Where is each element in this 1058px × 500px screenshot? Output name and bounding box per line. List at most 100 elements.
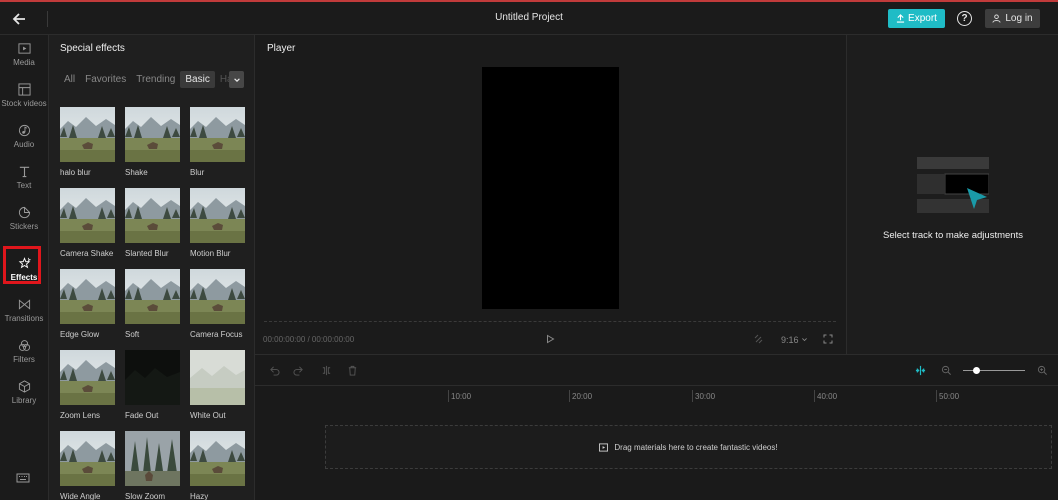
zoom-out-icon[interactable] (941, 365, 952, 376)
user-icon (992, 14, 1001, 23)
crop-icon[interactable] (753, 334, 763, 344)
delete-icon[interactable] (347, 365, 358, 376)
fullscreen-icon[interactable] (823, 334, 833, 344)
tab-basic[interactable]: Basic (180, 71, 215, 88)
rail-label: Stickers (9, 221, 39, 231)
effect-thumbnail (125, 188, 180, 243)
effect-thumbnail-image (190, 431, 245, 486)
effect-tile[interactable]: Edge Glow (60, 269, 115, 339)
effects-tabs: All Favorites Trending Basic Ha (59, 71, 230, 88)
effects-panel-title: Special effects (60, 43, 125, 54)
snap-icon[interactable] (915, 365, 926, 376)
ruler-tick: 30:00 (691, 390, 716, 402)
effect-tile[interactable]: Camera Focus (190, 269, 245, 339)
effect-label: halo blur (60, 168, 91, 177)
chevron-down-icon (233, 77, 240, 82)
tab-favorites[interactable]: Favorites (80, 71, 131, 88)
effect-tile[interactable]: Soft (125, 269, 180, 339)
effect-thumbnail (125, 107, 180, 162)
aspect-ratio-select[interactable]: 9:16 (781, 335, 808, 345)
login-button[interactable]: Log in (985, 9, 1040, 28)
effect-tile[interactable]: Slow Zoom (125, 431, 180, 500)
effect-thumbnail-image (190, 188, 245, 243)
rail-label: Audio (13, 139, 35, 149)
effect-thumbnail (60, 269, 115, 324)
rail-item-audio[interactable]: Audio (0, 117, 48, 155)
effect-thumbnail-image (125, 188, 180, 243)
select-track-message: Select track to make adjustments (883, 230, 1023, 241)
effect-thumbnail-image (60, 431, 115, 486)
aspect-ratio-value: 9:16 (781, 335, 799, 345)
stickers-icon (18, 206, 30, 218)
video-icon (599, 442, 609, 452)
effect-thumbnail-image (125, 350, 180, 405)
text-icon (19, 166, 29, 177)
play-icon[interactable] (545, 334, 555, 344)
effect-tile[interactable]: Camera Shake (60, 188, 115, 258)
tab-all[interactable]: All (59, 71, 80, 88)
chevron-down-icon (802, 338, 807, 342)
zoom-in-icon[interactable] (1037, 365, 1048, 376)
timeline-ruler[interactable]: 10:00 20:00 30:00 40:00 50:00 (255, 386, 1058, 406)
library-icon (18, 379, 30, 393)
redo-icon[interactable] (293, 365, 304, 376)
top-bar: Untitled Project Export ? Log in (0, 0, 1058, 35)
effect-thumbnail (60, 188, 115, 243)
effect-tile[interactable]: Blur (190, 107, 245, 177)
keyboard-icon[interactable] (16, 471, 30, 485)
effect-thumbnail (60, 107, 115, 162)
tab-truncated[interactable]: Ha (215, 71, 230, 88)
player-title: Player (267, 43, 296, 54)
timeline-panel: 10:00 20:00 30:00 40:00 50:00 Drag mater… (255, 356, 1058, 500)
effect-tile[interactable]: White Out (190, 350, 245, 420)
rail-label: Media (13, 57, 35, 67)
effect-tile[interactable]: Shake (125, 107, 180, 177)
effect-thumbnail (190, 431, 245, 486)
effect-label: Slanted Blur (125, 249, 169, 258)
export-button[interactable]: Export (888, 9, 945, 28)
effect-thumbnail-image (60, 107, 115, 162)
help-icon: ? (961, 13, 968, 24)
effect-thumbnail (125, 350, 180, 405)
player-panel: Player 00:00:00:00 / 00:00:00:00 9:16 (255, 35, 846, 355)
properties-panel: Select track to make adjustments (846, 35, 1058, 355)
rail-item-text[interactable]: Text (0, 158, 48, 196)
export-label: Export (908, 13, 937, 24)
effect-tile[interactable]: Motion Blur (190, 188, 245, 258)
rail-item-transitions[interactable]: Transitions (0, 291, 48, 329)
ruler-tick: 50:00 (935, 390, 960, 402)
effect-label: Motion Blur (190, 249, 231, 258)
tab-trending[interactable]: Trending (131, 71, 180, 88)
rail-item-stickers[interactable]: Stickers (0, 199, 48, 237)
effect-tile[interactable]: Fade Out (125, 350, 180, 420)
rail-item-library[interactable]: Library (0, 373, 48, 411)
rail-label: Filters (13, 354, 35, 364)
effect-thumbnail-image (60, 350, 115, 405)
rail-item-media[interactable]: Media (0, 35, 48, 73)
timeline-drop-zone[interactable]: Drag materials here to create fantastic … (325, 425, 1052, 469)
effect-tile[interactable]: Slanted Blur (125, 188, 180, 258)
split-icon[interactable] (321, 365, 332, 376)
effect-thumbnail (125, 431, 180, 486)
effect-tile[interactable]: Hazy (190, 431, 245, 500)
playback-scrubber[interactable] (264, 321, 836, 323)
effect-label: Zoom Lens (60, 411, 101, 420)
effect-tile[interactable]: Zoom Lens (60, 350, 115, 420)
zoom-slider-handle[interactable] (973, 367, 980, 374)
effect-tile[interactable]: Wide Angle (60, 431, 115, 500)
effect-label: Soft (125, 330, 140, 339)
effect-tile[interactable]: halo blur (60, 107, 115, 177)
video-canvas[interactable] (482, 67, 619, 309)
help-button[interactable]: ? (957, 11, 972, 26)
effect-thumbnail-image (125, 431, 180, 486)
undo-icon[interactable] (269, 365, 280, 376)
effect-thumbnail-image (190, 269, 245, 324)
rail-item-stock-videos[interactable]: Stock videos (0, 76, 48, 114)
tabs-dropdown-button[interactable] (229, 71, 244, 88)
effect-label: Camera Focus (190, 330, 243, 339)
rail-label: Stock videos (1, 98, 47, 108)
transitions-icon (18, 298, 30, 310)
audio-icon (18, 124, 30, 136)
rail-item-filters[interactable]: Filters (0, 332, 48, 370)
effects-panel: Special effects All Favorites Trending B… (49, 35, 255, 500)
